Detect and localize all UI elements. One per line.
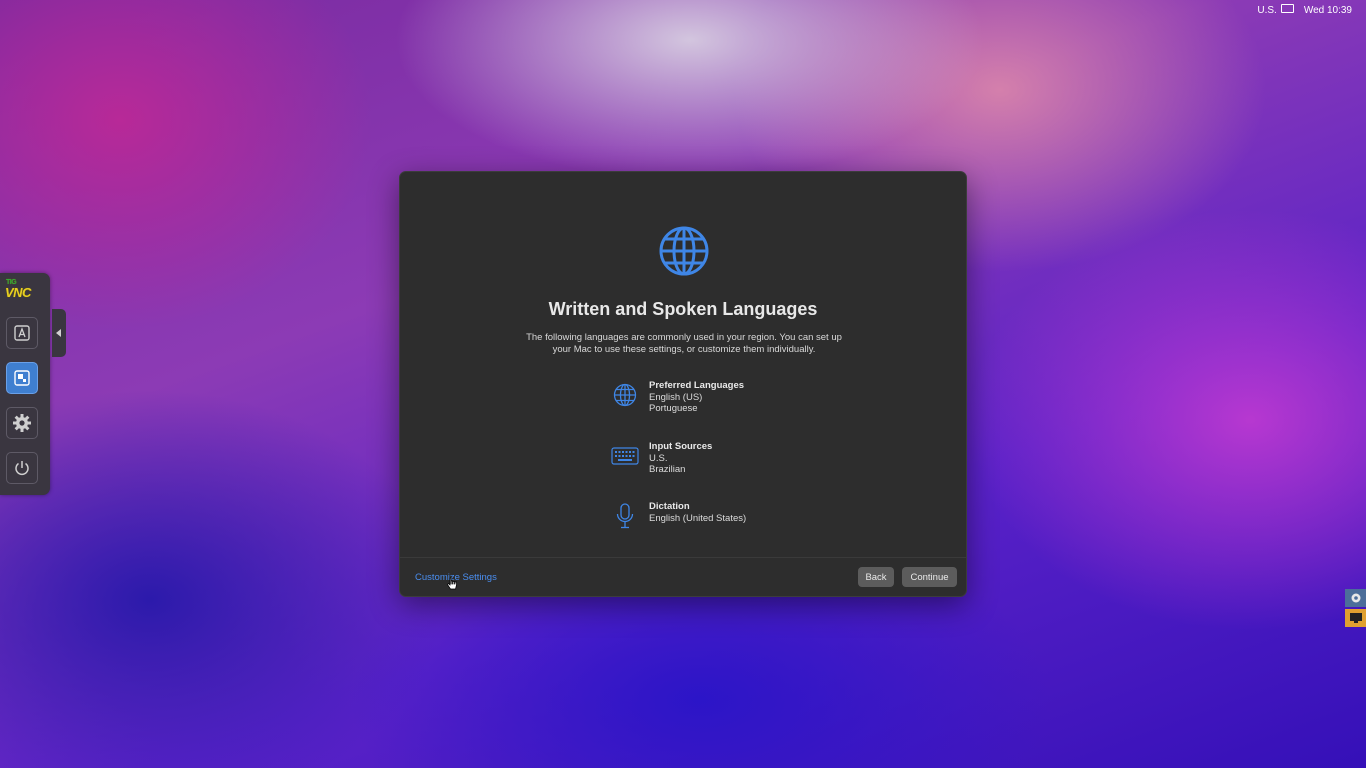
edge-gear-button[interactable] (1345, 589, 1366, 607)
setting-heading: Dictation (649, 501, 690, 512)
virtual-keyboard-button[interactable] (6, 317, 38, 349)
setting-value: U.S. (649, 452, 668, 464)
vnc-toolbar-collapse-handle[interactable] (52, 309, 66, 357)
globe-icon (659, 226, 709, 276)
fit-screen-icon (14, 370, 30, 386)
preferred-languages-setting: Preferred Languages English (US) Portugu… (610, 380, 870, 415)
keyboard-icon (610, 441, 640, 471)
setting-value: English (United States) (649, 512, 747, 524)
microphone-icon (610, 501, 640, 531)
setting-value: Brazilian (649, 464, 686, 475)
menu-bar-status: U.S. Wed 10:39 (1257, 4, 1352, 16)
setup-assistant-window: Written and Spoken Languages The followi… (399, 171, 967, 597)
vnc-toolbar: TIG VNC (0, 273, 50, 495)
globe-icon (610, 380, 640, 410)
setting-heading: Preferred Languages (649, 380, 745, 391)
setting-heading: Input Sources (649, 441, 713, 452)
dictation-setting: Dictation English (United States) (610, 501, 870, 531)
power-button[interactable] (6, 452, 38, 484)
dialog-description: The following languages are commonly use… (526, 332, 842, 355)
input-sources-setting: Input Sources U.S. Brazilian (610, 441, 870, 476)
keyboard-icon (1280, 4, 1294, 13)
footer-divider (400, 557, 966, 558)
menu-clock[interactable]: Wed 10:39 (1304, 5, 1352, 16)
power-icon (15, 461, 29, 476)
gear-icon (13, 414, 31, 432)
settings-button[interactable] (6, 407, 38, 439)
input-source-label: U.S. (1257, 5, 1277, 16)
tigervnc-logo-text: VNC (5, 285, 31, 300)
chevron-left-icon (56, 329, 61, 337)
fit-screen-button[interactable] (6, 362, 38, 394)
setting-value: English (US) (649, 391, 703, 403)
setting-value: Portuguese (649, 403, 698, 414)
hand-cursor-icon (447, 577, 457, 590)
edge-tray (1345, 589, 1366, 629)
back-button[interactable]: Back (858, 567, 894, 587)
gear-icon (1351, 593, 1360, 603)
edge-monitor-button[interactable] (1345, 609, 1366, 627)
continue-button[interactable]: Continue (902, 567, 957, 587)
tigervnc-logo: TIG VNC (5, 279, 31, 300)
monitor-icon (1349, 613, 1362, 623)
dialog-title: Written and Spoken Languages (548, 299, 818, 319)
input-source-menu[interactable]: U.S. (1257, 4, 1294, 16)
keyboard-a-icon (14, 325, 30, 341)
tigervnc-logo-top: TIG (6, 279, 17, 286)
